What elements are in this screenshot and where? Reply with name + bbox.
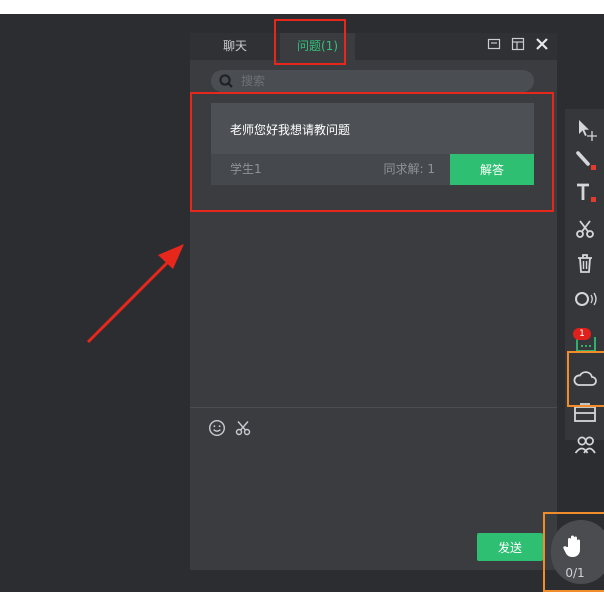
pointer-move-icon[interactable]: [571, 115, 599, 143]
group-icon[interactable]: [571, 431, 599, 459]
right-toolbar: 1: [565, 109, 604, 454]
popout-icon[interactable]: [487, 37, 501, 51]
hand-raise-count: 0/1: [565, 566, 585, 580]
scissors-icon[interactable]: [571, 215, 599, 243]
search-icon: [219, 74, 233, 88]
scissors-icon[interactable]: [234, 419, 252, 437]
question-text: 老师您好我想请教问题: [230, 123, 351, 137]
question-student: 学生1: [230, 162, 262, 176]
cloud-icon[interactable]: [571, 365, 599, 393]
emoji-icon[interactable]: [208, 419, 226, 437]
tab-questions[interactable]: 问题(1): [280, 33, 355, 60]
maximize-icon[interactable]: [511, 37, 525, 51]
text-icon[interactable]: [571, 179, 599, 207]
question-card: 老师您好我想请教问题 学生1 同求解: 1 解答: [211, 103, 534, 185]
question-card-footer: 学生1 同求解: 1 解答: [211, 154, 534, 185]
tab-chat[interactable]: 聊天: [190, 33, 280, 60]
top-white-strip: [0, 0, 604, 14]
close-icon[interactable]: [535, 37, 549, 51]
record-icon[interactable]: [571, 285, 599, 313]
trash-icon[interactable]: [571, 249, 599, 277]
answer-button[interactable]: 解答: [450, 154, 534, 185]
search-placeholder: 搜索: [241, 74, 266, 88]
hand-icon: [563, 535, 580, 557]
same-request-count: 同求解: 1: [383, 162, 436, 176]
composer-divider: [190, 407, 557, 408]
pen-icon[interactable]: [571, 147, 599, 175]
search-box[interactable]: 搜索: [211, 70, 534, 92]
checkin-badge: 1: [573, 328, 591, 340]
send-button[interactable]: 发送: [477, 533, 543, 561]
chat-question-panel: 聊天 问题(1) 搜索 老师您好我想请教问题 学生1 同求解: 1 解答 发送: [190, 33, 557, 570]
panel-tab-bar: 聊天 问题(1): [190, 33, 557, 60]
toolbox-icon[interactable]: [571, 399, 599, 427]
